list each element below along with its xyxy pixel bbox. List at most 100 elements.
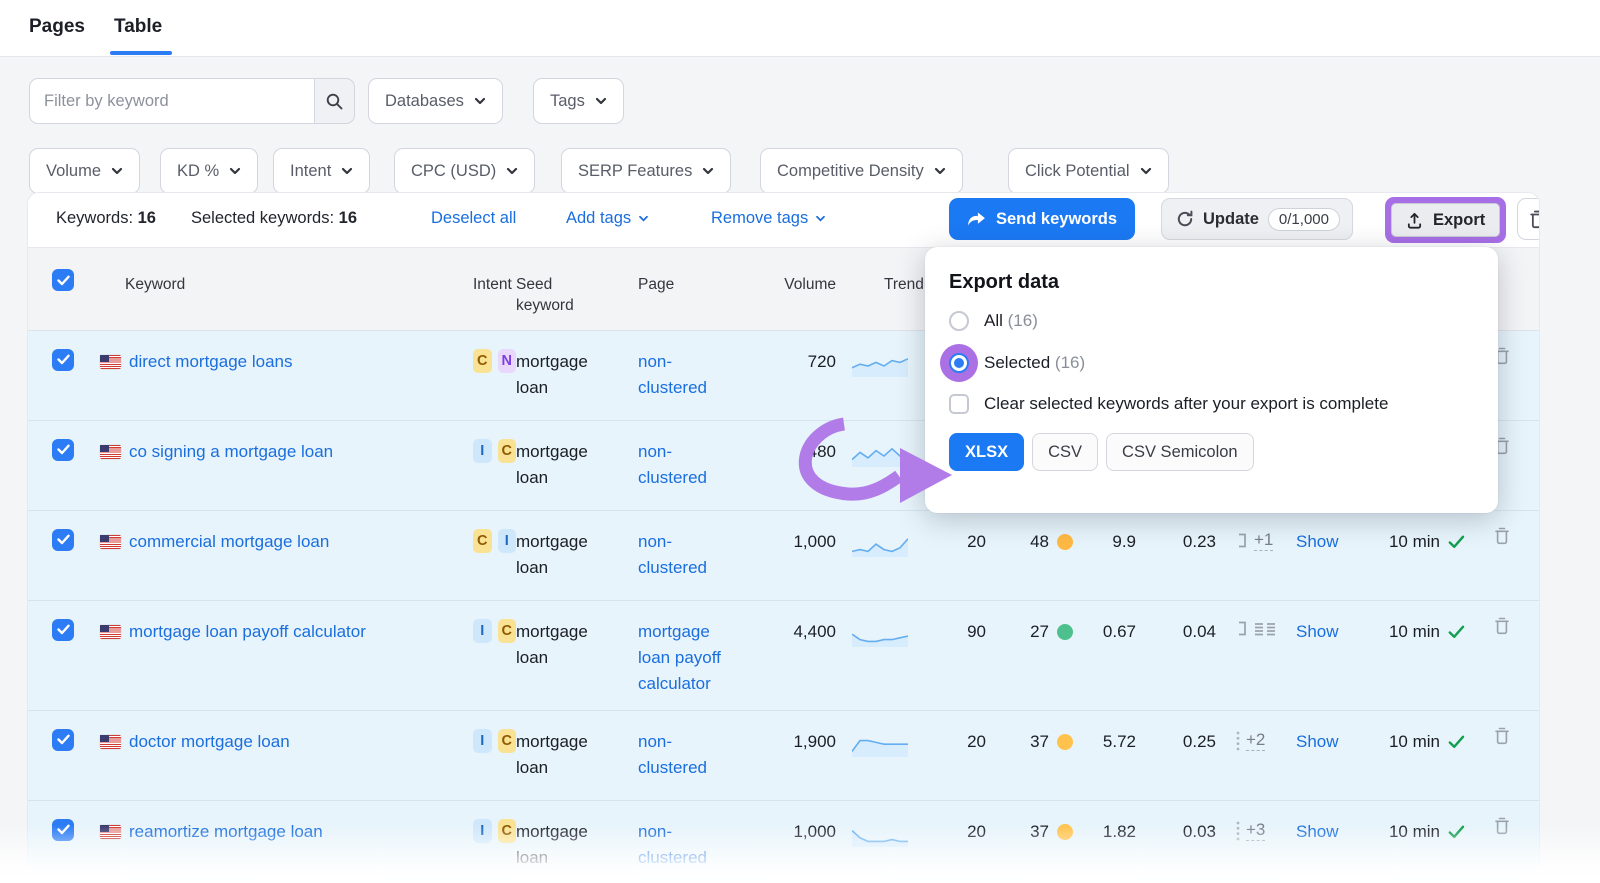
row-checkbox[interactable] bbox=[52, 819, 74, 841]
row-delete-button[interactable] bbox=[1465, 711, 1539, 753]
header-intent[interactable]: Intent bbox=[449, 248, 516, 295]
filter-chip-tags[interactable]: Tags bbox=[533, 78, 624, 124]
row-checkbox[interactable] bbox=[52, 349, 74, 371]
serp-features: +2 bbox=[1216, 711, 1296, 751]
clear-selected-option[interactable]: Clear selected keywords after your expor… bbox=[949, 394, 1474, 414]
page-link[interactable]: non-clustered bbox=[638, 729, 738, 781]
trash-icon bbox=[1494, 617, 1510, 635]
check-icon bbox=[57, 275, 70, 286]
send-keywords-button[interactable]: Send keywords bbox=[949, 198, 1135, 240]
seed-keyword: mortgage loan bbox=[516, 331, 616, 401]
metric-value: 20 bbox=[913, 801, 986, 845]
keyword-link[interactable]: reamortize mortgage loan bbox=[129, 819, 323, 845]
keyword-link[interactable]: commercial mortgage loan bbox=[129, 529, 329, 555]
filter-chip-competitive-density[interactable]: Competitive Density bbox=[760, 148, 963, 194]
checkbox-unchecked-icon[interactable] bbox=[949, 394, 969, 414]
header-volume[interactable]: Volume bbox=[756, 248, 836, 295]
trash-icon bbox=[1529, 210, 1541, 229]
keyword-link[interactable]: co signing a mortgage loan bbox=[129, 439, 333, 465]
cpc-value: 5.72 bbox=[1073, 711, 1136, 755]
radio-checked-icon[interactable] bbox=[949, 353, 969, 373]
export-button[interactable]: Export bbox=[1391, 203, 1500, 237]
row-checkbox[interactable] bbox=[52, 729, 74, 751]
density-value: 0.04 bbox=[1136, 601, 1216, 645]
serp-more-link[interactable]: +3 bbox=[1246, 820, 1265, 841]
chevron-down-icon bbox=[934, 167, 946, 175]
row-checkbox[interactable] bbox=[52, 439, 74, 461]
filter-chip-intent[interactable]: Intent bbox=[273, 148, 370, 194]
header-page[interactable]: Page bbox=[638, 248, 756, 295]
row-delete-button[interactable] bbox=[1465, 801, 1539, 843]
keywords-count: Keywords: 16 bbox=[56, 209, 156, 228]
serp-features bbox=[1216, 601, 1296, 637]
filter-chip-click-potential[interactable]: Click Potential bbox=[1008, 148, 1169, 194]
seed-keyword: mortgage loan bbox=[516, 711, 616, 781]
clear-selected-label: Clear selected keywords after your expor… bbox=[984, 394, 1388, 414]
search-icon bbox=[325, 92, 344, 111]
intent-badge-c: C bbox=[498, 729, 517, 753]
delete-selected-button[interactable] bbox=[1517, 198, 1540, 240]
keyword-link[interactable]: direct mortgage loans bbox=[129, 349, 292, 375]
row-checkbox[interactable] bbox=[52, 529, 74, 551]
keyword-link[interactable]: mortgage loan payoff calculator bbox=[129, 619, 366, 645]
select-all-checkbox[interactable] bbox=[52, 269, 74, 291]
table-row: mortgage loan payoff calculator IC mortg… bbox=[28, 601, 1539, 711]
page-link[interactable]: mortgage loan payoff calculator bbox=[638, 619, 738, 697]
tab-pages[interactable]: Pages bbox=[29, 16, 85, 38]
chevron-down-icon bbox=[229, 167, 241, 175]
page-link[interactable]: non-clustered bbox=[638, 819, 738, 871]
filter-chip-volume[interactable]: Volume bbox=[29, 148, 140, 194]
show-link[interactable]: Show bbox=[1296, 822, 1339, 841]
show-link[interactable]: Show bbox=[1296, 622, 1339, 641]
page-link[interactable]: non-clustered bbox=[638, 349, 738, 401]
row-delete-button[interactable] bbox=[1465, 511, 1539, 553]
filter-chip-cpc-usd[interactable]: CPC (USD) bbox=[394, 148, 535, 194]
filter-chip-databases[interactable]: Databases bbox=[368, 78, 503, 124]
show-link[interactable]: Show bbox=[1296, 532, 1339, 551]
intent-badge-c: C bbox=[473, 529, 492, 553]
header-keyword[interactable]: Keyword bbox=[80, 248, 449, 295]
update-button[interactable]: Update 0/1,000 bbox=[1161, 198, 1353, 240]
metric-value: 20 bbox=[913, 711, 986, 755]
us-flag-icon bbox=[100, 625, 121, 639]
cpc-value: 1.82 bbox=[1073, 801, 1136, 845]
export-format-xlsx-button[interactable]: XLSX bbox=[949, 433, 1024, 471]
filter-chip-kd[interactable]: KD % bbox=[160, 148, 258, 194]
header-seed-keyword[interactable]: Seed keyword bbox=[516, 248, 596, 316]
header-trend[interactable]: Trend bbox=[836, 248, 913, 295]
serp-more-link[interactable]: +2 bbox=[1246, 730, 1265, 751]
show-link[interactable]: Show bbox=[1296, 732, 1339, 751]
keyword-filter-input[interactable] bbox=[29, 78, 314, 124]
radio-unchecked-icon[interactable] bbox=[949, 311, 969, 331]
chevron-down-icon bbox=[341, 167, 353, 175]
remove-tags-dropdown[interactable]: Remove tags bbox=[711, 209, 826, 228]
export-option-selected-label: Selected (16) bbox=[984, 353, 1085, 373]
export-option-selected[interactable]: Selected (16) bbox=[949, 353, 1474, 373]
trend-sparkline bbox=[852, 535, 908, 557]
intent-badge-i: I bbox=[473, 619, 492, 643]
page-link[interactable]: non-clustered bbox=[638, 439, 738, 491]
sitelinks-icon bbox=[1236, 532, 1248, 549]
table-row: reamortize mortgage loan IC mortgage loa… bbox=[28, 801, 1539, 883]
intent-badge-c: C bbox=[473, 349, 492, 373]
updated-check-icon bbox=[1448, 825, 1465, 839]
deselect-all-link[interactable]: Deselect all bbox=[431, 209, 516, 228]
export-format-csv-button[interactable]: CSV bbox=[1032, 433, 1098, 471]
export-option-all[interactable]: All (16) bbox=[949, 311, 1474, 331]
add-tags-dropdown[interactable]: Add tags bbox=[566, 209, 649, 228]
cpc-value: 0.67 bbox=[1073, 601, 1136, 645]
kd-dot bbox=[1057, 824, 1073, 840]
serp-more-link[interactable]: +1 bbox=[1254, 530, 1273, 551]
table-row: commercial mortgage loan CI mortgage loa… bbox=[28, 511, 1539, 601]
page-link[interactable]: non-clustered bbox=[638, 529, 738, 581]
trend-sparkline bbox=[852, 445, 908, 467]
kd-value: 48 bbox=[1030, 529, 1049, 555]
keyword-link[interactable]: doctor mortgage loan bbox=[129, 729, 290, 755]
export-format-csv-semicolon-button[interactable]: CSV Semicolon bbox=[1106, 433, 1254, 471]
row-checkbox[interactable] bbox=[52, 619, 74, 641]
row-delete-button[interactable] bbox=[1465, 601, 1539, 643]
export-highlight-annotation: Export bbox=[1385, 197, 1506, 243]
search-button[interactable] bbox=[314, 78, 355, 124]
filter-chip-serp-features[interactable]: SERP Features bbox=[561, 148, 731, 194]
tab-table[interactable]: Table bbox=[114, 16, 162, 38]
